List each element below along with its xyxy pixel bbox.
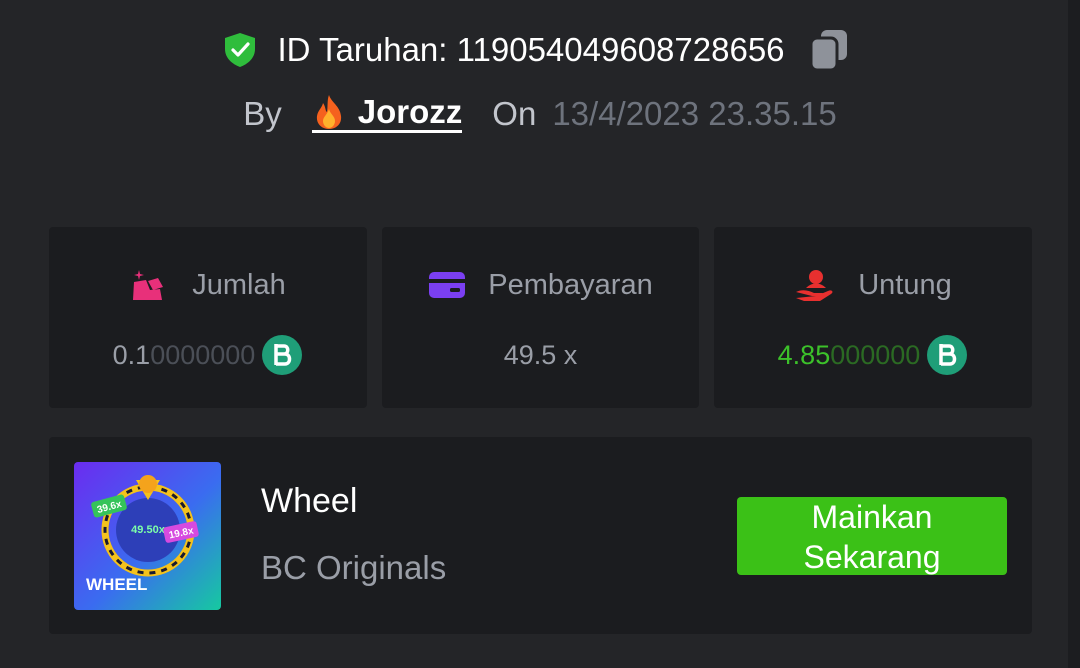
card-payment-icon bbox=[429, 272, 466, 298]
user-profile-link[interactable]: Jorozz bbox=[311, 93, 463, 133]
bc-coin-icon bbox=[262, 335, 303, 375]
profit-value: 4.85 000000 bbox=[778, 333, 969, 377]
payout-label: Pembayaran bbox=[488, 268, 653, 301]
amount-value-trailing: 0000000 bbox=[150, 339, 256, 370]
on-label: On bbox=[492, 94, 537, 132]
amount-label: Jumlah bbox=[192, 268, 286, 301]
copy-icon[interactable] bbox=[809, 28, 849, 72]
bet-detail-page: ID Taruhan: 119054049608728656 By Jorozz… bbox=[0, 0, 1080, 668]
bet-amount-icon bbox=[133, 270, 164, 300]
payout-card: Pembayaran 49.5 x bbox=[382, 227, 699, 408]
game-name: Wheel bbox=[261, 482, 358, 520]
username: Jorozz bbox=[357, 93, 463, 130]
amount-value: 0.1 0000000 bbox=[113, 333, 304, 377]
profit-card: Untung 4.85 000000 bbox=[714, 227, 1032, 408]
amount-header: Jumlah bbox=[130, 267, 286, 303]
profit-hand-icon bbox=[796, 270, 833, 301]
game-card: 39.6x 49.50x 19.8x WHEEL Wheel BC Origin… bbox=[49, 437, 1032, 634]
payout-value: 49.5 x bbox=[503, 339, 578, 370]
payout-header: Pembayaran bbox=[428, 267, 653, 303]
profit-header: Untung bbox=[794, 267, 952, 303]
bet-stats: Jumlah 0.1 0000000 Pembayaran 49.5 x Unt… bbox=[49, 227, 1032, 408]
profit-label: Untung bbox=[858, 268, 952, 301]
bc-coin-icon bbox=[927, 335, 968, 375]
profit-value-trailing: 000000 bbox=[830, 339, 921, 370]
amount-card: Jumlah 0.1 0000000 bbox=[49, 227, 367, 408]
by-label: By bbox=[243, 94, 282, 132]
play-now-button[interactable]: Mainkan Sekarang bbox=[737, 497, 1007, 575]
bet-id-text: ID Taruhan: 119054049608728656 bbox=[277, 31, 785, 68]
bet-date: 13/4/2023 23.35.15 bbox=[552, 94, 837, 132]
amount-value-main: 0.1 bbox=[112, 339, 151, 370]
bet-id-row: ID Taruhan: 119054049608728656 bbox=[0, 28, 1070, 72]
profit-value-main: 4.85 bbox=[777, 339, 831, 370]
scrollbar-track[interactable] bbox=[1068, 0, 1080, 668]
game-provider: BC Originals bbox=[261, 549, 447, 586]
thumb-badge-center: 49.50x bbox=[131, 524, 166, 536]
game-thumbnail[interactable]: 39.6x 49.50x 19.8x WHEEL bbox=[74, 462, 221, 610]
thumb-title: WHEEL bbox=[86, 575, 147, 594]
bet-owner-row: By Jorozz On 13/4/2023 23.35.15 bbox=[0, 94, 1080, 133]
verified-shield-icon bbox=[225, 33, 256, 67]
fire-icon bbox=[316, 95, 341, 129]
